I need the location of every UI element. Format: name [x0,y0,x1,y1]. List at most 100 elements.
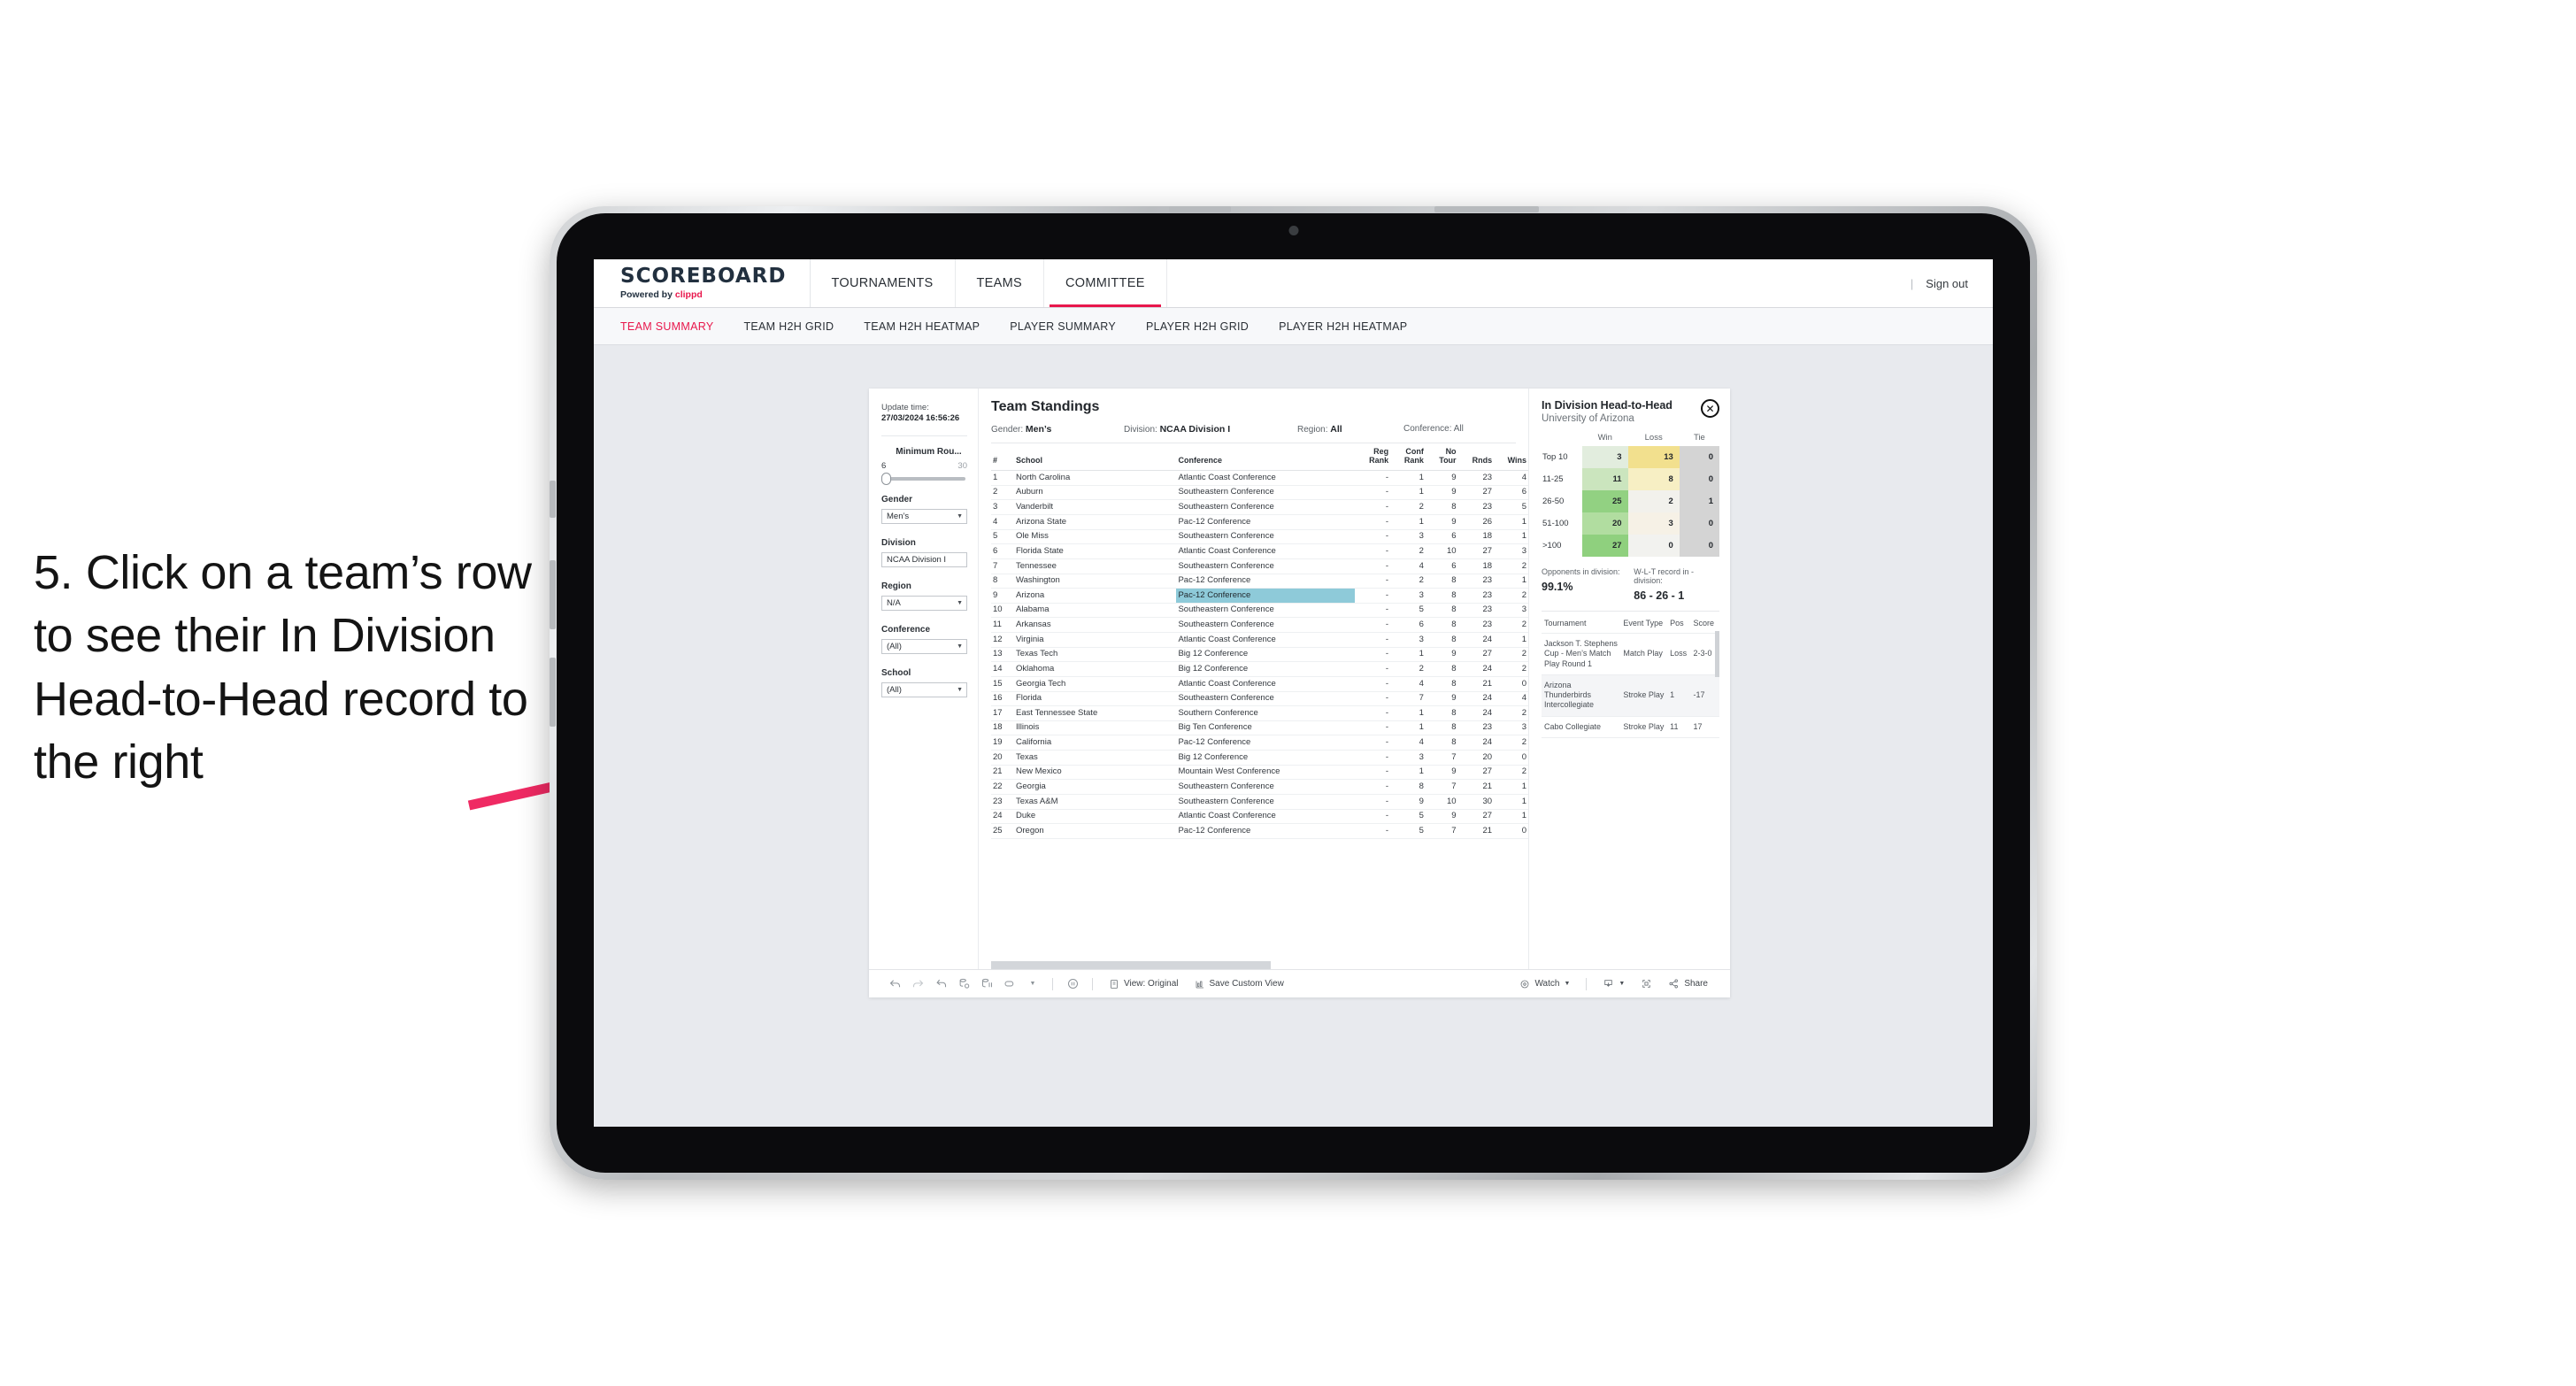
table-row[interactable]: 20 Texas Big 12 Conference -3 7 20 0 [991,750,1528,766]
chevron-down-icon[interactable]: ▼ [1021,973,1044,996]
tournament-scrollbar[interactable] [1715,631,1719,677]
power-button[interactable] [1169,206,1231,212]
undo-icon[interactable] [883,973,906,996]
conference-select[interactable]: (All) ▼ [881,639,967,654]
tournament-row[interactable]: Jackson T. Stephens Cup - Men’s Match Pl… [1542,633,1719,675]
cell-conf-rank: 7 [1390,691,1426,707]
table-row[interactable]: 12 Virginia Atlantic Coast Conference -3 8 24… [991,632,1528,648]
fullscreen-button[interactable] [1633,978,1660,989]
table-row[interactable]: 16 Florida Southeastern Conference -7 9 24 4 [991,691,1528,707]
subnav-item-player-h2h-grid[interactable]: PLAYER H2H GRID [1146,320,1249,333]
nav-tab-tournaments[interactable]: TOURNAMENTS [811,259,956,307]
h2h-col-tie: Tie [1693,433,1705,443]
cell-school: Illinois [1013,720,1177,736]
top-navbar: SCOREBOARD Powered by clippd TOURNAMENTS… [594,259,1993,308]
slider-handle[interactable] [881,473,891,485]
region-select[interactable]: N/A ▼ [881,596,967,611]
table-row[interactable]: 3 Vanderbilt Southeastern Conference -2 8 23 5 [991,499,1528,516]
cell-school: Ole Miss [1013,529,1177,545]
table-row[interactable]: 25 Oregon Pac-12 Conference -5 7 21 0 [991,823,1528,839]
standings-table-wrap[interactable]: # School Conference Reg Rank Conf Rank No T… [979,443,1528,958]
subnav-item-team-h2h-grid[interactable]: TEAM H2H GRID [743,320,834,333]
side-button-b[interactable] [550,560,556,629]
table-row[interactable]: 6 Florida State Atlantic Coast Conference -… [991,543,1528,559]
subnav-item-player-h2h-heatmap[interactable]: PLAYER H2H HEATMAP [1279,320,1407,333]
cell-wins: 2 [1494,765,1528,781]
cell-tournament-name: Jackson T. Stephens Cup - Men’s Match Pl… [1542,633,1621,675]
save-custom-view-button[interactable]: Save Custom View [1187,979,1292,989]
brand-logo[interactable]: SCOREBOARD Powered by clippd [594,259,811,307]
toolbar-divider-2 [1092,977,1093,990]
subnav-item-team-h2h-heatmap[interactable]: TEAM H2H HEATMAP [864,320,980,333]
table-row[interactable]: 24 Duke Atlantic Coast Conference -5 9 27 1 [991,809,1528,825]
division-select[interactable]: NCAA Division I [881,552,967,567]
bookmark-icon[interactable] [998,973,1021,996]
tournament-row[interactable]: Arizona Thunderbirds Intercollegiate Stro… [1542,674,1719,717]
h2h-table-head: Win Loss Tie [1542,431,1719,446]
col-wins[interactable]: Wins [1494,443,1528,472]
cell-rank: 21 [991,765,1014,781]
side-button-a[interactable] [550,481,556,518]
col-tournament[interactable]: Tournament [1542,613,1621,634]
view-original-button[interactable]: View: Original [1101,979,1187,989]
horizontal-scrollbar[interactable] [991,961,1528,969]
table-row[interactable]: 23 Texas A&M Southeastern Conference -9 10 30… [991,794,1528,810]
table-row[interactable]: 11 Arkansas Southeastern Conference -6 8 23 2 [991,617,1528,634]
table-row[interactable]: 13 Texas Tech Big 12 Conference -1 9 27 2 [991,647,1528,663]
stat-wlt-label: W-L-T record in -division: [1634,567,1694,585]
table-row[interactable]: 4 Arizona State Pac-12 Conference -1 9 26 1 [991,514,1528,530]
col-no-tour[interactable]: No Tour [1425,443,1458,472]
update-time-value: 27/03/2024 16:56:26 [881,413,960,423]
table-row[interactable]: 18 Illinois Big Ten Conference -1 8 23 3 [991,720,1528,736]
tournament-row[interactable]: Cabo Collegiate Stroke Play 11 17 [1542,716,1719,738]
h2h-title: In Division Head-to-Head [1542,399,1672,412]
col-school[interactable]: School [1013,443,1177,472]
table-row[interactable]: 22 Georgia Southeastern Conference -8 7 21 1 [991,779,1528,795]
nav-tab-teams[interactable]: TEAMS [956,259,1044,307]
subnav-item-player-summary[interactable]: PLAYER SUMMARY [1010,320,1116,333]
table-row[interactable]: 1 North Carolina Atlantic Coast Conference… [991,470,1528,486]
table-row[interactable]: 8 Washington Pac-12 Conference -2 8 23 1 [991,574,1528,589]
redo-icon[interactable] [906,973,929,996]
watch-button[interactable]: Watch ▼ [1511,979,1578,989]
scrollbar-thumb[interactable] [991,961,1271,969]
cell-wins: 1 [1494,632,1528,648]
table-row[interactable]: 7 Tennessee Southeastern Conference -4 6 18 2 [991,558,1528,574]
col-rnds[interactable]: Rnds [1457,443,1495,472]
refresh-data-icon[interactable] [952,973,975,996]
col-reg-rank[interactable]: Reg Rank [1355,443,1391,472]
table-row[interactable]: 9 Arizona Pac-12 Conference -3 8 23 2 [991,588,1528,604]
signout-link[interactable]: Sign out [1926,277,1968,290]
volume-buttons[interactable] [1434,206,1539,212]
pause-updates-icon[interactable] [975,973,998,996]
table-row[interactable]: 10 Alabama Southeastern Conference -5 8 23 3 [991,603,1528,619]
download-button[interactable]: ▼ [1595,978,1633,989]
col-pos[interactable]: Pos [1667,613,1691,634]
cell-no-tour: 9 [1425,647,1458,663]
table-row[interactable]: 5 Ole Miss Southeastern Conference -3 6 18 1 [991,529,1528,545]
nav-tab-committee[interactable]: COMMITTEE [1044,259,1167,307]
col-rank[interactable]: # [991,443,1014,472]
school-select[interactable]: (All) ▼ [881,682,967,697]
col-conf-rank[interactable]: Conf Rank [1390,443,1426,472]
col-conference[interactable]: Conference [1176,443,1356,472]
gender-select[interactable]: Men’s ▼ [881,509,967,524]
col-event-type[interactable]: Event Type [1620,613,1668,634]
table-row[interactable]: 19 California Pac-12 Conference -4 8 24 2 [991,735,1528,751]
close-icon[interactable]: ✕ [1701,399,1719,418]
cell-reg-rank: - [1355,676,1391,692]
subnav-item-team-summary[interactable]: TEAM SUMMARY [620,320,713,333]
side-button-c[interactable] [550,658,556,727]
h2h-col-band [1542,431,1582,446]
table-row[interactable]: 15 Georgia Tech Atlantic Coast Conference -… [991,676,1528,692]
table-row[interactable]: 2 Auburn Southeastern Conference -1 9 27 6 [991,485,1528,501]
table-row[interactable]: 17 East Tennessee State Southern Conferenc… [991,705,1528,721]
minimum-rounds-slider[interactable] [881,473,965,485]
filter-school: School (All) ▼ [881,668,967,697]
share-button[interactable]: Share [1660,978,1716,989]
pause-auto-update-icon[interactable] [1061,973,1084,996]
table-row[interactable]: 21 New Mexico Mountain West Conference -1 9 2… [991,765,1528,781]
revert-icon[interactable] [929,973,952,996]
table-row[interactable]: 14 Oklahoma Big 12 Conference -2 8 24 2 [991,661,1528,677]
cell-conference: Big 12 Conference [1176,647,1356,663]
